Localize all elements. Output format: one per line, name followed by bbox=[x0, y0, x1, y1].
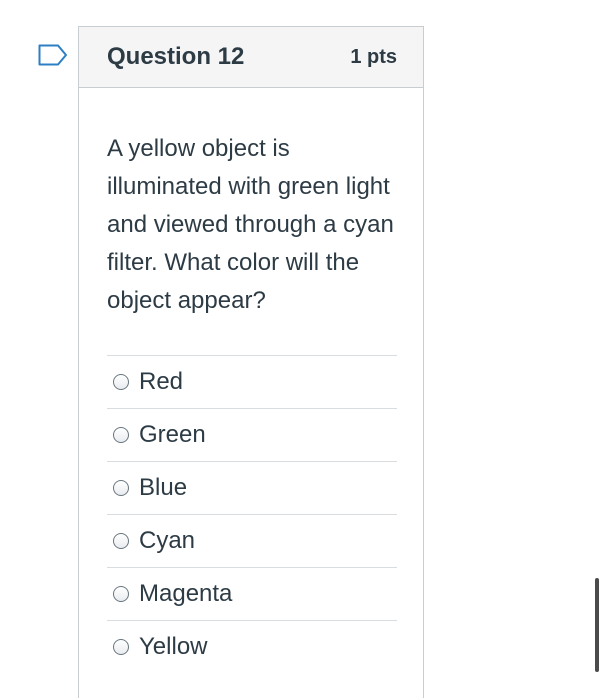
answer-label[interactable]: Green bbox=[139, 421, 206, 449]
radio-button[interactable] bbox=[113, 533, 129, 549]
radio-button[interactable] bbox=[113, 427, 129, 443]
radio-button[interactable] bbox=[113, 480, 129, 496]
answer-option-red[interactable]: Red bbox=[107, 355, 397, 408]
answer-option-blue[interactable]: Blue bbox=[107, 461, 397, 514]
answer-label[interactable]: Red bbox=[139, 368, 183, 396]
answer-label[interactable]: Yellow bbox=[139, 633, 208, 661]
radio-button[interactable] bbox=[113, 586, 129, 602]
question-points: 1 pts bbox=[350, 45, 397, 68]
answer-label[interactable]: Blue bbox=[139, 474, 187, 502]
answer-option-yellow[interactable]: Yellow bbox=[107, 620, 397, 673]
quiz-page: Question 12 1 pts A yellow object is ill… bbox=[0, 0, 605, 700]
answer-label[interactable]: Cyan bbox=[139, 527, 195, 555]
answer-option-magenta[interactable]: Magenta bbox=[107, 567, 397, 620]
answer-option-green[interactable]: Green bbox=[107, 408, 397, 461]
question-card: Question 12 1 pts A yellow object is ill… bbox=[78, 26, 424, 698]
scrollbar-thumb[interactable] bbox=[595, 578, 599, 672]
question-header: Question 12 1 pts bbox=[79, 27, 423, 88]
answer-label[interactable]: Magenta bbox=[139, 580, 232, 608]
flag-icon[interactable] bbox=[38, 44, 68, 66]
answer-option-cyan[interactable]: Cyan bbox=[107, 514, 397, 567]
answer-list: Red Green Blue Cyan Magenta Yellow bbox=[107, 355, 397, 673]
question-title: Question 12 bbox=[107, 43, 245, 70]
radio-button[interactable] bbox=[113, 374, 129, 390]
radio-button[interactable] bbox=[113, 639, 129, 655]
question-text: A yellow object is illuminated with gree… bbox=[107, 135, 394, 314]
